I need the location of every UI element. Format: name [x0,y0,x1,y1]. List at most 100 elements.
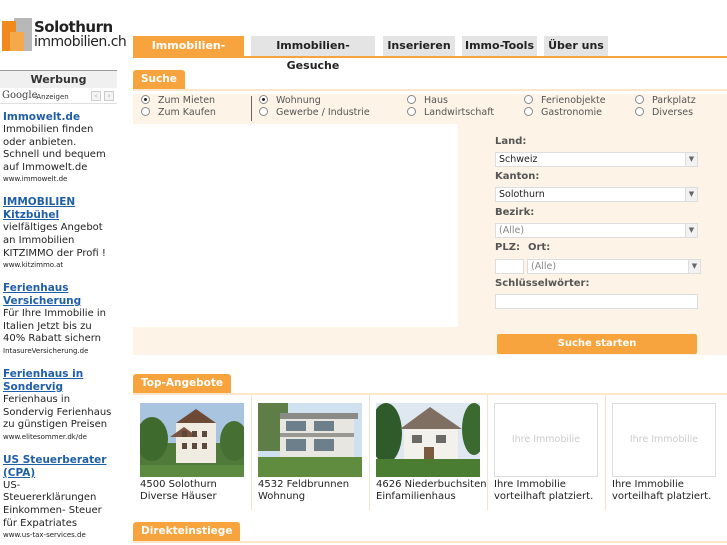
radio-ferienobjekte[interactable]: Ferienobjekte [524,95,606,107]
ad-item[interactable]: Immowelt.de Immobilien finden oder anbie… [0,111,117,184]
offer-type: Wohnung [258,491,306,502]
offer-card[interactable]: 4500 Solothurn Diverse Häuser [133,395,249,510]
ads-prev-icon[interactable]: ‹ [91,91,101,101]
offer-type: Diverse Häuser [140,491,217,502]
ad-description: US- Steuererklärungen Einkommen- Steuer … [3,479,102,529]
land-select-value: Schweiz [499,154,538,165]
radio-label: Parkplatz [652,95,696,106]
radio-zum-kaufen[interactable]: Zum Kaufen [141,107,216,119]
offer-photo[interactable] [258,403,362,477]
bezirk-select[interactable]: (Alle) ▼ [495,223,698,238]
radio-label: Gastronomie [541,107,602,118]
ads-next-icon[interactable]: › [104,91,114,101]
ad-sidebar: Werbung Google -Anzeigen ‹ › Immowelt.de… [0,70,117,545]
offer-location[interactable]: 4500 Solothurn [140,479,217,490]
ad-title[interactable]: IMMOBILIEN Kitzbühel [3,196,114,222]
radio-diverses[interactable]: Diverses [635,107,693,119]
radio-gewerbe-industrie[interactable]: Gewerbe / Industrie [259,107,370,119]
offer-card[interactable]: 4626 Niederbuchsiten Einfamilienhaus [369,395,487,510]
ad-item[interactable]: Ferienhaus Versicherung Für Ihre Immobil… [0,282,117,356]
logo-text-line2: immobilien.ch [34,34,127,50]
offer-placeholder-card[interactable]: Ihre Immobilie Ihre Immobilie vorteilhaf… [605,395,721,510]
logo-mark-icon [2,18,32,51]
radio-label: Diverses [652,107,694,118]
radio-label: Gewerbe / Industrie [276,107,370,118]
google-logo: Google [2,90,38,101]
ad-sidebar-heading: Werbung [0,70,117,88]
ad-item[interactable]: US Steuerberater (CPA) US- Steuererkläru… [0,454,117,540]
offer-placeholder-title[interactable]: Ihre Immobilie [612,479,684,490]
kanton-label: Kanton: [495,171,540,182]
radio-label: Ferienobjekte [541,95,606,106]
ad-title[interactable]: Ferienhaus in Sondervig [3,368,114,394]
radio-label: Zum Mieten [158,95,216,106]
ad-item[interactable]: Ferienhaus in Sondervig Ferienhaus in So… [0,368,117,442]
offer-photo[interactable] [376,403,480,477]
ad-url[interactable]: www.us-tax-services.de [3,530,114,540]
offer-placeholder-image[interactable]: Ihre Immobilie [612,403,716,477]
radio-zum-mieten[interactable]: Zum Mieten [141,95,215,107]
radio-label: Zum Kaufen [158,107,216,118]
ad-description: Ferienhaus in Sondervig Ferienhaus zu gü… [3,393,112,431]
ad-description: Für Ihre Immobilie in Italien Jetzt bis … [3,308,107,345]
radio-parkplatz[interactable]: Parkplatz [635,95,696,107]
site-logo[interactable]: Solothurn immobilien.ch [2,18,127,52]
ort-label: Ort: [528,242,551,253]
tab-immobilien-suche[interactable]: Immobilien-Suche [133,36,244,72]
ad-url[interactable]: www.elitesommer.dk/de [3,432,114,442]
ads-label: -Anzeigen [34,93,69,101]
land-label: Land: [495,136,527,147]
radio-separator [251,96,252,121]
offer-placeholder-text: vorteilhaft platziert. [612,491,712,502]
radio-gastronomie[interactable]: Gastronomie [524,107,602,119]
top-offers-header: Top-Angebote [133,374,231,393]
tab-immo-tools[interactable]: Immo-Tools [462,36,537,56]
offer-location[interactable]: 4626 Niederbuchsiten [376,479,487,490]
radio-label: Landwirtschaft [424,107,495,118]
ad-title[interactable]: Ferienhaus Versicherung [3,282,114,308]
ad-url[interactable]: www.kitzimmo.at [3,260,114,270]
offer-placeholder-text: vorteilhaft platziert. [494,491,594,502]
direct-entry-header: Direkteinstiege [133,522,241,541]
tab-immobilien-gesuche[interactable]: Immobilien-Gesuche [251,36,375,72]
radio-label: Wohnung [276,95,321,106]
offer-placeholder-title[interactable]: Ihre Immobilie [494,479,566,490]
tab-ueber-uns[interactable]: Über uns [544,36,608,56]
chevron-down-icon: ▼ [685,224,697,237]
land-select[interactable]: Schweiz ▼ [495,152,698,167]
ad-url[interactable]: IntasureVersicherung.de [3,346,114,356]
ad-item[interactable]: IMMOBILIEN Kitzbühel vielfältiges Angebo… [0,196,117,270]
ad-description: vielfältiges Angebot an Immobilien KITZI… [3,222,106,259]
chevron-down-icon: ▼ [688,260,700,273]
radio-landwirtschaft[interactable]: Landwirtschaft [407,107,494,119]
offer-card[interactable]: 4532 Feldbrunnen Wohnung [251,395,367,510]
search-panel: Zum Mieten Zum Kaufen Wohnung Gewerbe / … [133,91,727,355]
ort-select-value: (Alle) [531,261,557,272]
top-offers: 4500 Solothurn Diverse Häuser 4532 Feldb… [133,395,727,510]
plz-label: PLZ: [495,242,520,253]
bezirk-select-value: (Alle) [499,225,525,236]
offer-photo[interactable] [140,403,244,477]
kanton-select[interactable]: Solothurn ▼ [495,187,698,202]
search-form: Land: Schweiz ▼ Kanton: Solothurn ▼ Bezirk… [458,124,727,327]
keywords-input[interactable] [495,294,698,309]
ad-url[interactable]: www.immowelt.de [3,174,114,184]
offer-location[interactable]: 4532 Feldbrunnen [258,479,349,490]
search-submit-button[interactable]: Suche starten [497,334,697,354]
search-section-header: Suche [133,70,185,89]
direct-entry-header-line [133,541,727,543]
plz-input[interactable] [495,259,524,274]
radio-haus[interactable]: Haus [407,95,448,107]
ad-title[interactable]: Immowelt.de [3,111,114,124]
ort-select[interactable]: (Alle) ▼ [527,259,701,274]
radio-wohnung[interactable]: Wohnung [259,95,321,107]
offer-placeholder-card[interactable]: Ihre Immobilie Ihre Immobilie vorteilhaf… [487,395,603,510]
tab-inserieren[interactable]: Inserieren [383,36,455,56]
offer-placeholder-image[interactable]: Ihre Immobilie [494,403,598,477]
bezirk-label: Bezirk: [495,207,535,218]
radio-label: Haus [424,95,448,106]
keywords-label: Schlüsselwörter: [495,278,590,289]
kanton-select-value: Solothurn [499,189,545,200]
ad-title[interactable]: US Steuerberater (CPA) [3,454,114,480]
google-ads-bar: Google -Anzeigen ‹ › [0,88,117,104]
